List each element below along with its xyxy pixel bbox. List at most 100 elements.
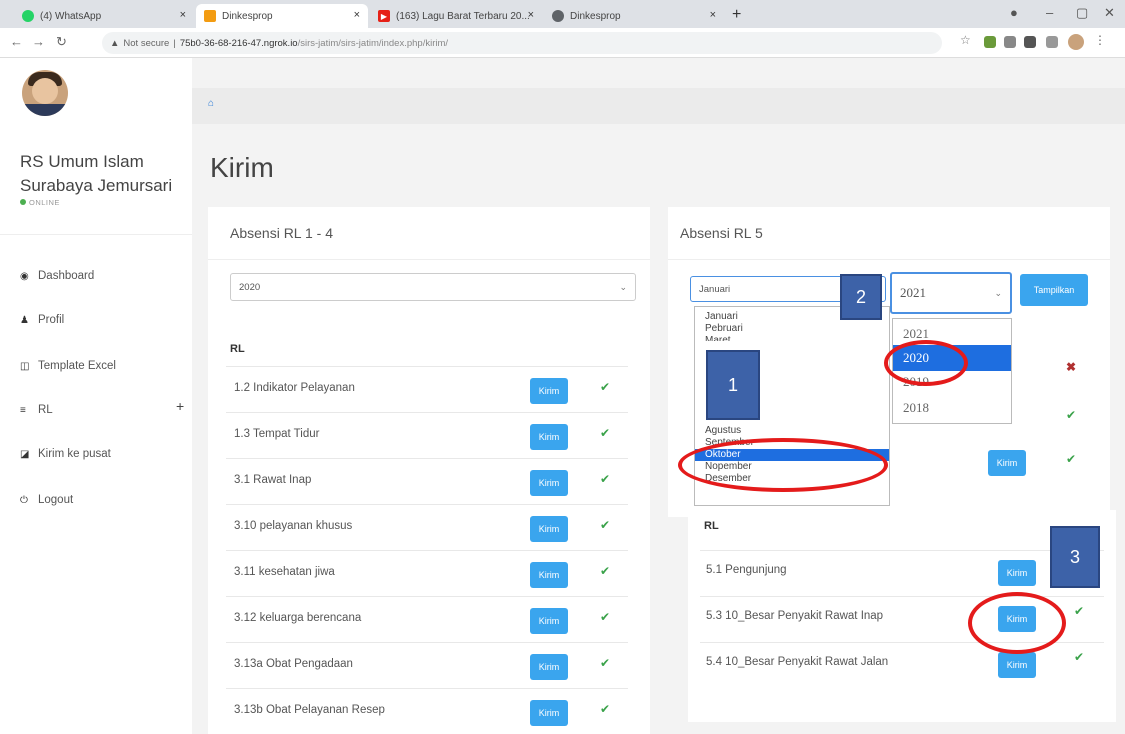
sidebar-item-logout[interactable]: ⏻ Logout <box>20 494 73 506</box>
row-divider <box>226 458 628 459</box>
sidebar-item-dashboard[interactable]: ◉ Dashboard <box>20 270 94 282</box>
sidebar-item-rl[interactable]: ≡ RL <box>20 404 53 416</box>
site-icon <box>204 10 216 22</box>
home-icon[interactable]: ⌂ <box>208 98 214 109</box>
extension-icon[interactable] <box>1004 36 1016 48</box>
address-bar: ← → ↻ ▲ Not secure | 75b0-36-68-216-47.n… <box>0 28 1125 58</box>
row-divider <box>226 596 628 597</box>
tab-dinkesprop-active[interactable]: Dinkesprop × <box>196 4 368 28</box>
kirim-button[interactable]: Kirim <box>530 700 568 726</box>
extension-icon[interactable] <box>984 36 996 48</box>
table-header: RL <box>704 520 719 532</box>
template-icon: ◫ <box>20 360 30 372</box>
close-tab-icon[interactable]: × <box>354 9 360 21</box>
close-tab-icon[interactable]: × <box>528 9 534 21</box>
kirim-button[interactable]: Kirim <box>530 654 568 680</box>
rl-item-label: 1.2 Indikator Pelayanan <box>234 382 355 394</box>
sidebar-item-template-excel[interactable]: ◫ Template Excel <box>20 360 116 372</box>
send-icon: ◪ <box>20 448 30 460</box>
rl-item-label: 3.13a Obat Pengadaan <box>234 658 353 670</box>
rl-item-label: 3.1 Rawat Inap <box>234 474 312 486</box>
rl-item-label: 5.3 10_Besar Penyakit Rawat Inap <box>706 610 884 622</box>
close-tab-icon[interactable]: × <box>180 9 186 21</box>
tab-dinkesprop[interactable]: Dinkesprop × <box>544 4 724 28</box>
row-divider <box>226 504 628 505</box>
hospital-name: RS Umum Islam Surabaya Jemursari <box>20 152 173 195</box>
reading-list-icon[interactable] <box>1046 36 1058 48</box>
check-icon: ✔ <box>600 518 611 532</box>
tampilkan-button[interactable]: Tampilkan <box>1020 274 1088 306</box>
sidebar-item-label: Template Excel <box>38 360 116 372</box>
sidebar-item-label: Logout <box>38 494 74 506</box>
check-icon: ✔ <box>600 564 611 578</box>
check-icon: ✔ <box>1066 408 1077 422</box>
table-header: RL <box>230 343 245 355</box>
close-window-icon[interactable]: ✕ <box>1104 5 1115 21</box>
tab-title: (4) WhatsApp <box>40 10 102 22</box>
close-tab-icon[interactable]: × <box>710 9 716 21</box>
month-option[interactable]: Pebruari <box>695 323 889 335</box>
rl-item-label: 3.12 keluarga berencana <box>234 612 362 624</box>
rl-item-label: 1.3 Tempat Tidur <box>234 428 320 440</box>
kirim-button[interactable]: Kirim <box>998 652 1036 678</box>
tab-title: Dinkesprop <box>222 10 273 22</box>
check-icon: ✔ <box>1074 604 1085 618</box>
kirim-button[interactable]: Kirim <box>530 562 568 588</box>
highlight-ring-kirim <box>968 592 1066 654</box>
kirim-button[interactable]: Kirim <box>530 516 568 542</box>
url-field[interactable]: ▲ Not secure | 75b0-36-68-216-47.ngrok.i… <box>102 32 942 54</box>
expand-icon[interactable]: + <box>176 398 184 414</box>
rl-item-label: 3.11 kesehatan jiwa <box>234 566 335 578</box>
chevron-down-icon: ⌄ <box>994 288 1002 298</box>
chevron-down-icon: ⌄ <box>619 282 627 292</box>
whatsapp-icon <box>22 10 34 22</box>
tab-title: (163) Lagu Barat Terbaru 20... <box>396 10 530 22</box>
more-menu-icon[interactable]: ⋮ <box>1094 33 1106 47</box>
new-tab-button[interactable]: + <box>732 6 741 24</box>
check-icon: ✔ <box>600 472 611 486</box>
kirim-button[interactable]: Kirim <box>530 470 568 496</box>
row-divider <box>226 550 628 551</box>
dashboard-icon: ◉ <box>20 270 29 282</box>
check-icon: ✔ <box>600 702 611 716</box>
sidebar-item-label: RL <box>38 404 53 416</box>
row-divider <box>226 688 628 689</box>
back-icon[interactable]: ← <box>10 34 23 49</box>
panel-title: Absensi RL 1 - 4 <box>230 225 333 241</box>
kirim-button[interactable]: Kirim <box>530 608 568 634</box>
minimize-icon[interactable]: – <box>1046 5 1053 20</box>
sidebar-item-label: Kirim ke pusat <box>38 448 111 460</box>
check-icon: ✔ <box>600 656 611 670</box>
extensions-puzzle-icon[interactable] <box>1024 36 1036 48</box>
year-option[interactable]: 2018 <box>893 395 1011 421</box>
avatar <box>22 70 68 116</box>
tab-whatsapp[interactable]: (4) WhatsApp × <box>14 4 194 28</box>
sidebar-item-kirim-ke-pusat[interactable]: ◪ Kirim ke pusat <box>20 448 111 460</box>
profile-avatar-icon[interactable] <box>1068 34 1084 50</box>
year-select-rl5[interactable]: 2021 ⌄ <box>890 272 1012 314</box>
check-icon: ✔ <box>1074 650 1085 664</box>
kirim-button[interactable]: Kirim <box>530 378 568 404</box>
panel-absensi-rl-1-4: Absensi RL 1 - 4 2020 ⌄ RL <box>208 207 650 734</box>
check-icon: ✔ <box>600 380 611 394</box>
callout-box-2: 2 <box>840 274 882 320</box>
kirim-button[interactable]: Kirim <box>988 450 1026 476</box>
browser-tab-bar: (4) WhatsApp × Dinkesprop × ▶ (163) Lagu… <box>0 0 1125 28</box>
user-icon: ♟ <box>20 314 29 326</box>
sidebar-item-profil[interactable]: ♟ Profil <box>20 314 64 326</box>
profile-icon[interactable]: ● <box>1010 5 1018 20</box>
divider <box>668 259 1110 260</box>
maximize-icon[interactable]: ▢ <box>1076 5 1088 21</box>
tab-youtube[interactable]: ▶ (163) Lagu Barat Terbaru 20... × <box>370 4 542 28</box>
warning-icon: ▲ <box>110 37 120 49</box>
kirim-button[interactable]: Kirim <box>530 424 568 450</box>
reload-icon[interactable]: ↻ <box>56 34 67 50</box>
bookmark-star-icon[interactable]: ☆ <box>960 33 972 47</box>
month-option[interactable]: Agustus <box>695 425 889 437</box>
kirim-button[interactable]: Kirim <box>998 560 1036 586</box>
year-select[interactable]: 2020 ⌄ <box>230 273 636 301</box>
month-option[interactable]: Maret <box>695 335 889 341</box>
sidebar: RS Umum Islam Surabaya Jemursari ONLINE … <box>0 58 192 734</box>
forward-icon[interactable]: → <box>32 34 45 49</box>
youtube-icon: ▶ <box>378 10 390 22</box>
